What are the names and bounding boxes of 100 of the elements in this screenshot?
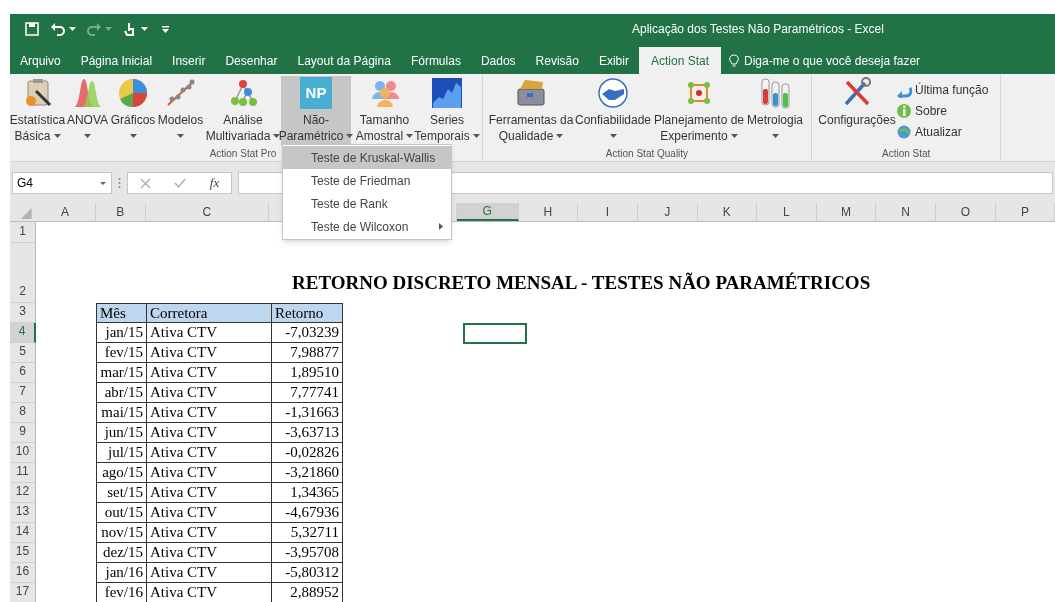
column-header[interactable]: A [35, 203, 96, 221]
row-header[interactable]: 6 [10, 363, 36, 383]
lightbulb-icon [729, 53, 739, 68]
caret-icon [105, 27, 112, 31]
column-header[interactable]: N [875, 203, 936, 221]
column-header[interactable]: P [996, 203, 1055, 221]
row-header[interactable]: 5 [10, 343, 36, 363]
column-heading: Retorno [271, 303, 343, 323]
ribbon-button[interactable]: Modelos [156, 76, 205, 146]
menu-item[interactable]: Teste de Friedman [283, 169, 451, 192]
test-tubes-icon [759, 77, 791, 109]
group-label: Action Stat [882, 147, 931, 160]
ribbon-button[interactable]: Estatística Básica [10, 76, 65, 146]
ribbon-small-button[interactable]: Sobre [896, 100, 995, 121]
caret-icon [609, 134, 617, 138]
handshake-icon [597, 77, 629, 109]
ribbon-button[interactable]: Configurações [818, 76, 896, 146]
row-header[interactable]: 7 [10, 383, 36, 403]
menu-item[interactable]: Teste de Rank [283, 192, 451, 215]
ribbon-tab[interactable]: Dados [470, 47, 526, 74]
refresh-globe-icon [896, 123, 912, 140]
ribbon-tab[interactable]: Fórmulas [400, 47, 471, 74]
row-header[interactable]: 13 [10, 503, 36, 523]
column-heading: Mês [96, 303, 147, 323]
column-header[interactable]: L [756, 203, 817, 221]
row-header[interactable]: 15 [10, 543, 36, 563]
tell-me-field[interactable]: Diga-me o que você deseja fazer [744, 51, 964, 70]
window-title: Aplicação dos Testes Não Paramétricos - Excel [632, 21, 884, 38]
row-header[interactable]: 12 [10, 483, 36, 503]
column-heading: Corretora [146, 303, 272, 323]
ribbon-tab[interactable]: Página Inicial [70, 47, 163, 74]
ribbon-tab[interactable]: Exibir [588, 47, 639, 74]
row-header[interactable]: 4 [10, 323, 36, 343]
hand-button[interactable] [122, 21, 148, 37]
group-label: Action Stat Quality [605, 147, 689, 160]
ribbon-tab[interactable]: Inserir [162, 47, 216, 74]
ribbon-button[interactable]: Metrologia [745, 76, 805, 146]
np-logo-icon: NP [300, 77, 332, 109]
submenu-arrow-icon [439, 223, 443, 230]
column-header[interactable]: G [456, 203, 519, 221]
ribbon-tab[interactable]: Action Stat [638, 47, 721, 74]
ribbon-button[interactable]: ANOVA [65, 76, 110, 146]
column-header[interactable]: O [936, 203, 997, 221]
row-header[interactable]: 11 [10, 463, 36, 483]
ribbon-tab[interactable]: Arquivo [10, 47, 71, 74]
pie-chart-icon [117, 77, 149, 109]
row-header[interactable]: 16 [10, 563, 36, 583]
caret-icon [406, 134, 414, 138]
group-label: Action Stat Pro [209, 147, 277, 160]
grip-icon [118, 177, 121, 189]
caret-icon [84, 134, 91, 138]
column-header[interactable]: B [95, 203, 146, 221]
name-box[interactable]: G4 [12, 172, 112, 194]
caret-icon [730, 134, 738, 138]
ribbon-button[interactable]: Confiabilidade [573, 76, 653, 146]
row-header[interactable]: 1 [10, 222, 36, 243]
redo-icon [86, 21, 102, 37]
sheet-title: RETORNO DISCRETO MENSAL - TESTES NÃO PARAMÉTRICOS [292, 270, 871, 295]
caret-icon [99, 180, 107, 186]
menu-item[interactable]: Teste de Kruskal-Wallis [283, 146, 451, 169]
undo-button[interactable] [50, 21, 76, 37]
caret-icon [346, 134, 354, 138]
ribbon-small-button[interactable]: Última função [896, 79, 995, 100]
column-header[interactable]: K [697, 203, 757, 221]
ribbon-button[interactable]: Planejamento de Experimento [653, 76, 745, 146]
caret-icon [69, 27, 76, 31]
save-icon [24, 21, 40, 37]
row-header[interactable]: 14 [10, 523, 36, 543]
save-button[interactable] [24, 21, 40, 37]
row-header[interactable]: 10 [10, 443, 36, 463]
ribbon-small-button[interactable]: Atualizar [896, 121, 995, 142]
ribbon-button[interactable]: NP Não- Paramétrico [281, 76, 351, 146]
selected-cell[interactable] [463, 323, 527, 344]
row-header[interactable]: 2 [10, 243, 36, 303]
toolbox-icon [515, 77, 547, 109]
ribbon-tab[interactable]: Layout da Página [287, 47, 401, 74]
caret-icon [771, 134, 779, 138]
ribbon-tab[interactable]: Revisão [525, 47, 589, 74]
caret-icon [141, 27, 148, 31]
column-header[interactable]: M [816, 203, 876, 221]
undo-icon [50, 21, 66, 37]
insert-function-button[interactable]: fx [209, 173, 220, 193]
row-header[interactable]: 8 [10, 403, 36, 423]
line-chart-icon [431, 77, 463, 109]
ribbon-button[interactable]: Gráficos [110, 76, 156, 146]
caret-icon [273, 134, 281, 138]
column-header[interactable]: I [577, 203, 638, 221]
caret-icon [129, 134, 137, 138]
ribbon-button[interactable]: Ferramentas da Qualidade [489, 76, 573, 146]
column-header[interactable]: J [637, 203, 698, 221]
row-header[interactable]: 17 [10, 583, 36, 602]
menu-item[interactable]: Teste de Wilcoxon [283, 215, 451, 238]
ribbon-tab[interactable]: Desenhar [215, 47, 288, 74]
info-icon [896, 102, 912, 119]
caret-icon [53, 134, 61, 138]
column-header[interactable]: C [145, 203, 269, 221]
column-header[interactable]: H [518, 203, 578, 221]
row-header[interactable]: 3 [10, 303, 36, 323]
caret-icon [556, 134, 564, 138]
row-header[interactable]: 9 [10, 423, 36, 443]
